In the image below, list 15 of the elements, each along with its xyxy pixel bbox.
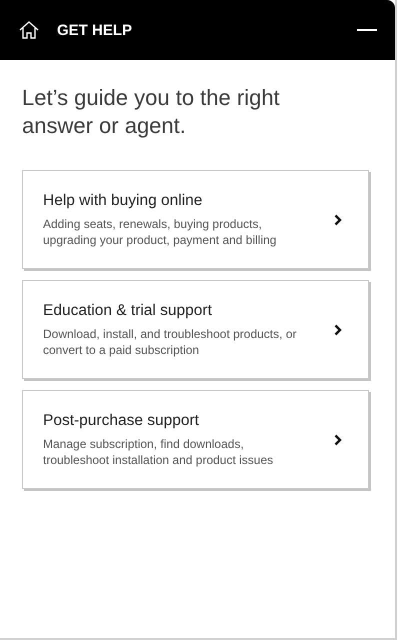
option-card[interactable]: Help with buying online Adding seats, renewals, buying products, upgrading your product, payment and billing [22,170,369,269]
home-icon[interactable] [18,20,40,40]
option-card[interactable]: Post-purchase support Manage subscription, find downloads, troubleshoot installation and product issues [22,390,369,489]
option-title: Education & trial support [43,302,213,320]
option-title: Post-purchase support [43,412,200,430]
option-description: Adding seats, renewals, buying products, upgrading your product, payment and billing [43,216,278,248]
option-title: Help with buying online [43,192,204,210]
chevron-right-icon [334,324,342,336]
chevron-right-icon [334,434,342,446]
option-card[interactable]: Education & trial support Download, install, and troubleshoot products, or convert to a paid subscription [22,280,369,379]
option-description: Manage subscription, find downloads, troubleshoot installation and product issues [43,436,274,468]
chevron-right-icon [334,214,342,226]
option-description: Download, install, and troubleshoot products, or convert to a paid subscription [43,326,298,358]
heading: Let’s guide you to the right answer or agent. [22,84,281,140]
panel-title: GET HELP [57,22,134,38]
